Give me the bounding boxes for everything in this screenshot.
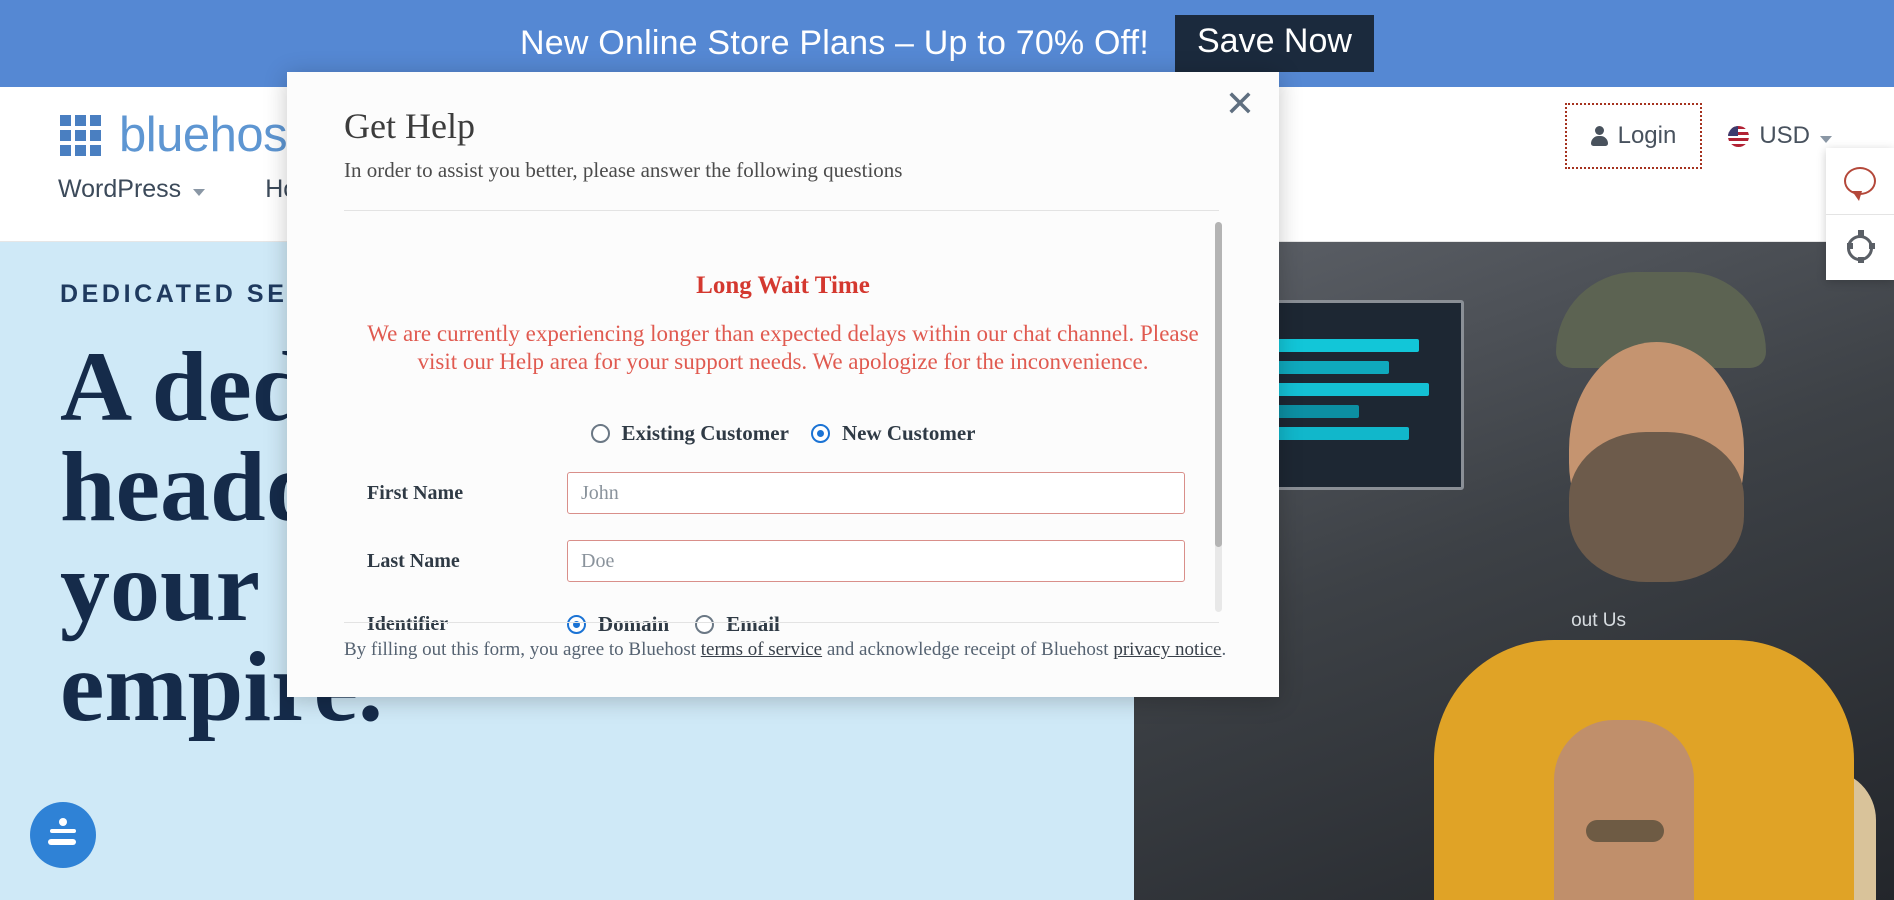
footer-suffix: . — [1221, 639, 1227, 660]
radio-new-customer[interactable]: New Customer — [810, 421, 976, 446]
logo-wordmark: bluehost — [119, 108, 301, 162]
footer-middle: and acknowledge receipt of Bluehost — [822, 639, 1114, 660]
modal-subtitle: In order to assist you better, please an… — [344, 158, 903, 182]
chevron-down-icon — [193, 189, 206, 196]
login-button[interactable]: Login — [1564, 103, 1703, 169]
radio-label: Domain — [598, 612, 670, 637]
modal-title: Get Help — [344, 106, 475, 146]
grid-icon — [60, 114, 101, 156]
last-name-row: Last Name — [344, 540, 1222, 583]
chat-widget-button[interactable] — [1826, 148, 1894, 214]
photo-person-arm — [1554, 720, 1694, 900]
header-actions: Login USD — [1564, 103, 1858, 169]
cog-icon — [1847, 229, 1873, 261]
alert-body: We are currently experiencing longer tha… — [367, 321, 1199, 374]
privacy-notice-link[interactable]: privacy notice — [1113, 639, 1221, 660]
first-name-row: First Name — [344, 472, 1222, 515]
customer-type-group: Existing Customer New Customer — [344, 421, 1222, 446]
identifier-row: Identifier Domain Email — [344, 612, 1222, 637]
modal-footer-text: By filling out this form, you agree to B… — [344, 639, 1226, 661]
last-name-input[interactable] — [567, 540, 1185, 583]
accessibility-button[interactable] — [30, 802, 96, 868]
alert-title: Long Wait Time — [696, 272, 870, 299]
radio-identifier-domain[interactable]: Domain — [567, 612, 669, 637]
radio-button-selected[interactable] — [567, 615, 586, 635]
photo-person-beard — [1569, 432, 1744, 582]
save-now-button[interactable]: Save Now — [1174, 15, 1374, 72]
radio-label: Email — [726, 612, 780, 637]
chevron-down-icon — [1820, 135, 1832, 143]
identifier-label: Identifier — [367, 613, 449, 636]
settings-widget-button[interactable] — [1826, 214, 1894, 280]
nav-item-label: WordPress — [58, 175, 182, 203]
login-label: Login — [1617, 122, 1677, 149]
last-name-label: Last Name — [367, 549, 460, 572]
first-name-input[interactable] — [567, 472, 1185, 515]
person-icon — [1590, 125, 1608, 147]
modal-scrollbar[interactable] — [1215, 222, 1222, 612]
modal-body: Long Wait Time We are currently experien… — [344, 222, 1222, 642]
side-widget-rail — [1826, 148, 1894, 280]
photo-wrist-band — [1586, 820, 1664, 842]
chat-bubble-icon — [1844, 167, 1876, 201]
photo-caption: out Us — [1571, 610, 1626, 631]
modal-divider — [344, 210, 1219, 211]
currency-label: USD — [1759, 122, 1810, 149]
terms-of-service-link[interactable]: terms of service — [701, 639, 822, 660]
close-icon[interactable]: ✕ — [1225, 86, 1255, 122]
radio-button-selected[interactable] — [810, 424, 830, 444]
radio-button[interactable] — [590, 424, 610, 444]
identifier-group: Domain Email — [567, 612, 780, 637]
modal-scrollbar-thumb[interactable] — [1215, 222, 1222, 547]
bluehost-logo[interactable]: bluehost — [60, 107, 301, 163]
first-name-label: First Name — [367, 481, 464, 504]
page-root: New Online Store Plans – Up to 70% Off! … — [0, 0, 1894, 900]
radio-label: New Customer — [841, 421, 976, 446]
accessibility-icon — [48, 818, 78, 852]
us-flag-icon — [1728, 125, 1750, 147]
promo-banner-text: New Online Store Plans – Up to 70% Off! — [520, 24, 1149, 62]
get-help-modal: ✕ Get Help In order to assist you better… — [287, 72, 1279, 697]
radio-label: Existing Customer — [621, 421, 789, 446]
footer-prefix: By filling out this form, you agree to B… — [344, 639, 701, 660]
modal-footer-divider — [344, 622, 1219, 623]
radio-identifier-email[interactable]: Email — [695, 612, 780, 637]
radio-existing-customer[interactable]: Existing Customer — [590, 421, 789, 446]
nav-item-wordpress[interactable]: WordPress — [58, 175, 206, 204]
radio-button[interactable] — [695, 615, 715, 635]
